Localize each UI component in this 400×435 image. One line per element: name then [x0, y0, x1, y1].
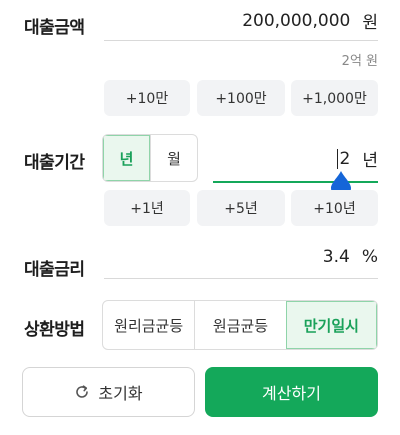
- loan-amount-underline: [104, 40, 378, 41]
- interest-rate-underline: [104, 278, 378, 279]
- calculate-button[interactable]: 계산하기: [205, 367, 378, 417]
- reset-button-label: 초기화: [98, 384, 143, 403]
- loan-amount-add-1000man-button[interactable]: +1,000만: [291, 80, 378, 116]
- period-unit-month-option[interactable]: 월: [150, 135, 197, 181]
- loan-period-add-10year-button[interactable]: +10년: [291, 190, 378, 226]
- reset-button[interactable]: 초기화: [22, 367, 195, 417]
- period-unit-year-option[interactable]: 년: [103, 135, 151, 181]
- loan-period-unit: 년: [362, 151, 378, 171]
- slider-track: [213, 181, 378, 183]
- loan-amount-value: 200,000,000: [242, 10, 351, 31]
- repayment-method-selector[interactable]: 원리금균등 원금균등 만기일시: [102, 300, 378, 350]
- interest-rate-label: 대출금리: [24, 260, 85, 280]
- loan-period-label: 대출기간: [24, 153, 85, 173]
- loan-amount-label: 대출금액: [24, 18, 85, 38]
- loan-amount-field[interactable]: 200,000,000 원: [242, 8, 378, 34]
- repayment-option-equal-principal[interactable]: 원금균등: [194, 301, 285, 349]
- loan-period-number: 2: [339, 148, 351, 169]
- loan-amount-add-10man-button[interactable]: +10만: [104, 80, 190, 116]
- interest-rate-unit: %: [361, 247, 378, 267]
- calculate-button-label: 계산하기: [262, 384, 321, 403]
- loan-period-value: 2: [336, 148, 351, 169]
- loan-period-add-1year-button[interactable]: +1년: [104, 190, 190, 226]
- interest-rate-value: 3.4: [322, 247, 350, 267]
- loan-period-add-5year-button[interactable]: +5년: [197, 190, 285, 226]
- repayment-method-label: 상환방법: [24, 320, 85, 340]
- loan-amount-summary: 2억 원: [341, 54, 378, 69]
- interest-rate-field[interactable]: 3.4 %: [323, 247, 378, 267]
- repayment-option-bullet[interactable]: 만기일시: [285, 301, 377, 349]
- text-cursor: [336, 148, 338, 169]
- loan-period-field[interactable]: 2 년: [336, 146, 378, 171]
- repayment-option-equal-payment[interactable]: 원리금균등: [103, 301, 194, 349]
- loan-period-unit-toggle[interactable]: 년 월: [102, 134, 198, 182]
- loan-amount-add-100man-button[interactable]: +100만: [197, 80, 285, 116]
- refresh-icon: [76, 385, 89, 398]
- loan-amount-unit: 원: [362, 13, 378, 33]
